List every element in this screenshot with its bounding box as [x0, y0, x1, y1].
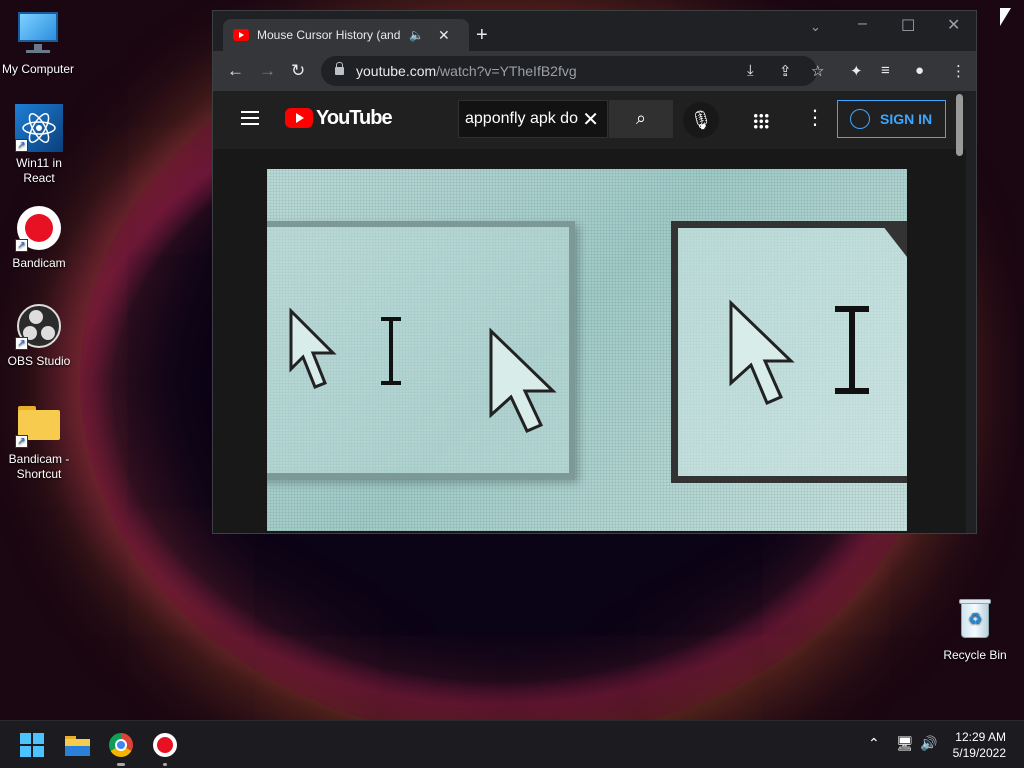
- desktop-icon-label: Win11 in React: [16, 156, 62, 185]
- new-tab-button[interactable]: +: [476, 25, 488, 45]
- desktop-icon-win11-react[interactable]: ↗ Win11 in React: [1, 104, 77, 186]
- recycle-bin-icon: ♻: [951, 596, 999, 644]
- reload-icon[interactable]: ↻: [291, 61, 305, 81]
- video-player[interactable]: [267, 169, 907, 531]
- volume-icon[interactable]: 🔊: [920, 735, 937, 752]
- desktop-icon-obs-studio[interactable]: ↗ OBS Studio: [1, 302, 77, 369]
- forward-arrow-icon[interactable]: →: [259, 61, 276, 81]
- page-viewport: YouTube apponfly apk do ✕ ⌕ 🎙 ⋮ SIGN IN: [213, 91, 966, 533]
- menu-kebab-icon[interactable]: ⋮: [951, 62, 966, 80]
- desktop-icon-label: Bandicam: [12, 256, 66, 270]
- youtube-logo-icon[interactable]: [285, 108, 313, 128]
- url-host: youtube.com: [356, 63, 437, 79]
- speaker-icon[interactable]: 🔈: [409, 28, 424, 42]
- youtube-logo-text[interactable]: YouTube: [316, 107, 393, 130]
- close-window-button[interactable]: ✕: [947, 15, 960, 35]
- search-button[interactable]: ⌕: [609, 100, 673, 138]
- account-icon: [850, 109, 870, 129]
- youtube-favicon-icon: [233, 29, 249, 41]
- clock[interactable]: 12:29 AM 5/19/2022: [953, 729, 1006, 761]
- address-bar[interactable]: youtube.com/watch?v=YTheIfB2fvg: [321, 56, 817, 86]
- react-icon: ↗: [15, 104, 63, 152]
- search-input[interactable]: apponfly apk do ✕: [458, 100, 608, 138]
- bookmark-star-icon[interactable]: ☆: [811, 62, 824, 80]
- shortcut-arrow-icon: ↗: [15, 239, 28, 252]
- show-hidden-icons-chevron-icon[interactable]: ⌃: [868, 735, 880, 752]
- mouse-cursor-icon: [1000, 8, 1011, 26]
- scrollbar-thumb[interactable]: [956, 94, 963, 156]
- clock-date: 5/19/2022: [952, 746, 1006, 760]
- tab-bar: Mouse Cursor History (and w 🔈 ✕ + ⌄ – ☐ …: [213, 11, 976, 51]
- shortcut-arrow-icon: ↗: [15, 435, 28, 448]
- shortcut-arrow-icon: ↗: [15, 337, 28, 350]
- sign-in-button[interactable]: SIGN IN: [837, 100, 946, 138]
- youtube-header: YouTube apponfly apk do ✕ ⌕ 🎙 ⋮ SIGN IN: [213, 91, 966, 149]
- monitor-icon: [14, 10, 62, 58]
- desktop-icon-label: Bandicam - Shortcut: [8, 452, 70, 481]
- media-control-icon[interactable]: ≡: [881, 62, 890, 79]
- bandicam-icon: ↗: [15, 204, 63, 252]
- network-icon[interactable]: 🖥: [896, 735, 914, 752]
- start-windows-icon[interactable]: [20, 733, 44, 757]
- clock-time: 12:29 AM: [955, 730, 1006, 744]
- search-value: apponfly apk do: [465, 110, 578, 127]
- desktop-icon-my-computer[interactable]: My Computer: [0, 10, 76, 77]
- back-arrow-icon[interactable]: ←: [227, 61, 244, 81]
- obs-icon: ↗: [15, 302, 63, 350]
- desktop-icon-label: OBS Studio: [7, 354, 71, 368]
- sign-in-label: SIGN IN: [880, 111, 933, 127]
- browser-window[interactable]: Mouse Cursor History (and w 🔈 ✕ + ⌄ – ☐ …: [212, 10, 977, 534]
- file-explorer-icon[interactable]: [65, 733, 90, 757]
- maximize-button[interactable]: ☐: [901, 16, 915, 36]
- clear-search-icon[interactable]: ✕: [582, 107, 599, 132]
- desktop-icon-recycle-bin[interactable]: ♻ Recycle Bin: [937, 596, 1013, 663]
- url-path: /watch?v=YTheIfB2fvg: [436, 63, 577, 79]
- tab-title: Mouse Cursor History (and w: [257, 28, 403, 42]
- shortcut-arrow-icon: ↗: [15, 139, 28, 152]
- desktop-icon-label: Recycle Bin: [943, 648, 1007, 662]
- settings-kebab-icon[interactable]: ⋮: [805, 105, 825, 130]
- share-icon[interactable]: ⇪: [779, 62, 792, 80]
- desktop-icon-label: My Computer: [1, 62, 75, 76]
- browser-tab[interactable]: Mouse Cursor History (and w 🔈 ✕: [223, 19, 469, 51]
- install-app-icon[interactable]: ⤓: [747, 62, 754, 79]
- desktop-icon-bandicam-shortcut[interactable]: ↗ Bandicam - Shortcut: [1, 400, 77, 482]
- apps-grid-icon[interactable]: [753, 113, 769, 129]
- chrome-icon[interactable]: [109, 733, 133, 766]
- taskbar: ⌃ 🖥 🔊 12:29 AM 5/19/2022: [0, 720, 1024, 768]
- extensions-puzzle-icon[interactable]: ✦: [850, 62, 863, 80]
- video-cursor-artwork: [289, 221, 907, 433]
- search-icon: ⌕: [635, 108, 647, 128]
- lock-icon: [335, 62, 344, 75]
- folder-icon: ↗: [15, 400, 63, 448]
- close-tab-icon[interactable]: ✕: [438, 27, 450, 44]
- hamburger-menu-icon[interactable]: [241, 111, 259, 125]
- bandicam-taskbar-icon[interactable]: [153, 733, 177, 766]
- profile-icon[interactable]: ●: [915, 62, 924, 79]
- tab-search-chevron-icon[interactable]: ⌄: [810, 19, 821, 35]
- desktop-icon-bandicam[interactable]: ↗ Bandicam: [1, 204, 77, 271]
- minimize-button[interactable]: –: [858, 15, 867, 33]
- voice-search-mic-icon[interactable]: 🎙: [683, 102, 719, 138]
- browser-toolbar: ← → ↻ youtube.com/watch?v=YTheIfB2fvg ⤓ …: [213, 51, 976, 91]
